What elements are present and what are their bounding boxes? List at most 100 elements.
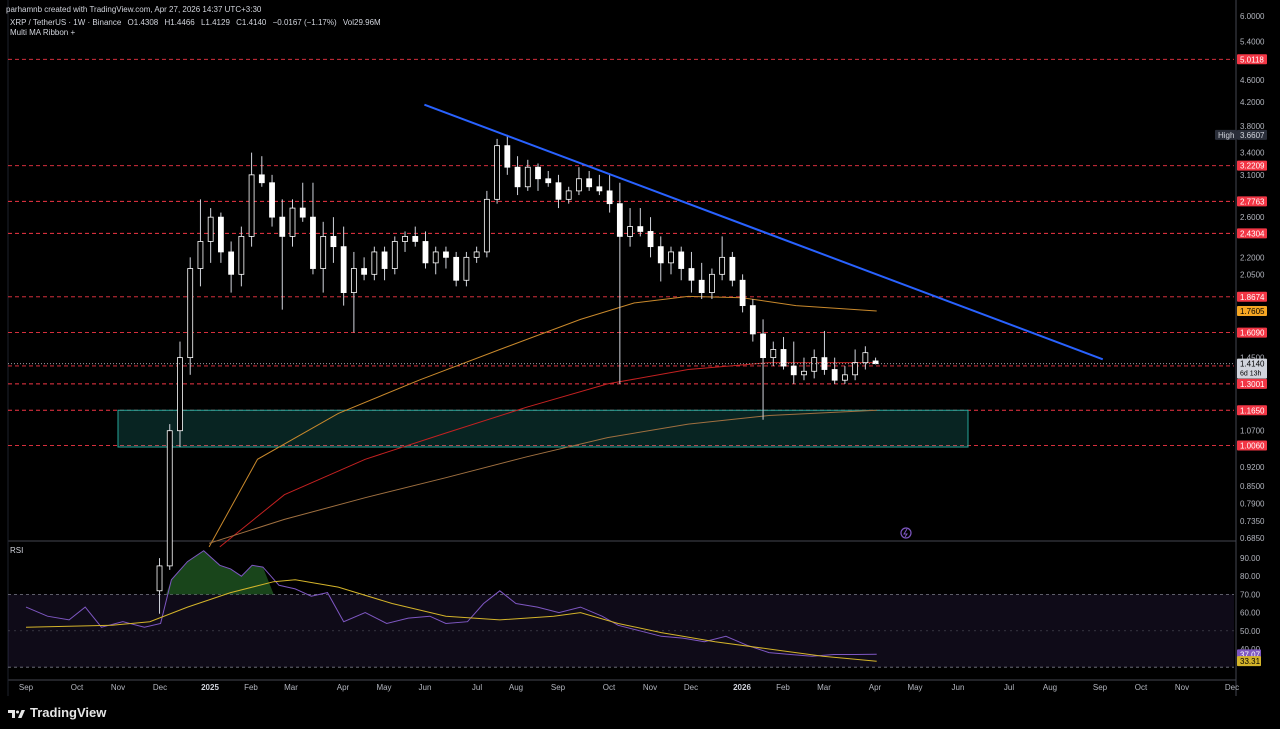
time-axis-label: 2026 xyxy=(733,683,751,692)
time-axis-label: Jul xyxy=(472,683,482,692)
candle[interactable] xyxy=(228,251,235,275)
candle[interactable] xyxy=(299,207,306,218)
candle[interactable] xyxy=(739,279,746,307)
candle[interactable] xyxy=(801,370,807,376)
high-value-label: 3.6607 xyxy=(1240,131,1265,140)
level-tag-label: 1.3001 xyxy=(1240,380,1265,389)
time-axis-label: Jul xyxy=(1004,683,1014,692)
candle[interactable] xyxy=(637,226,644,232)
footer xyxy=(0,697,1280,729)
candle[interactable] xyxy=(443,251,449,258)
candle[interactable] xyxy=(412,236,419,242)
candle[interactable] xyxy=(391,241,398,269)
candle[interactable] xyxy=(371,251,378,275)
candle[interactable] xyxy=(258,174,265,184)
candle[interactable] xyxy=(729,256,736,281)
candle[interactable] xyxy=(279,216,286,237)
candle[interactable] xyxy=(811,357,818,372)
ohlc-open: O1.4308 xyxy=(127,18,159,27)
candle[interactable] xyxy=(238,236,245,275)
candle[interactable] xyxy=(289,207,296,237)
candle[interactable] xyxy=(586,178,593,188)
rsi-title[interactable]: RSI xyxy=(10,546,23,555)
candle[interactable] xyxy=(330,236,337,248)
candle[interactable] xyxy=(616,203,623,237)
rsi-axis-label: 50.00 xyxy=(1240,627,1261,636)
indicator-name[interactable]: Multi MA Ribbon + xyxy=(10,28,75,37)
price-axis-label: 4.6000 xyxy=(1240,76,1265,85)
price-chart[interactable]: 6.0000 5.4000 4.6000 4.2000 3.8000 3.4000 3.10… xyxy=(0,0,1280,729)
candle[interactable] xyxy=(207,216,214,242)
candle[interactable] xyxy=(698,279,705,294)
candle[interactable] xyxy=(749,305,756,335)
candle[interactable] xyxy=(545,178,552,184)
time-axis-label: Nov xyxy=(643,683,657,692)
candle[interactable] xyxy=(770,349,777,359)
candle[interactable] xyxy=(719,256,726,275)
price-axis-label: 3.8000 xyxy=(1240,122,1265,131)
time-axis-label: Feb xyxy=(244,683,258,692)
candle[interactable] xyxy=(514,166,521,188)
price-axis-label: 0.9200 xyxy=(1240,463,1265,472)
candle[interactable] xyxy=(340,246,347,294)
candle[interactable] xyxy=(688,268,695,281)
candle[interactable] xyxy=(422,241,429,264)
price-axis-label: 2.0500 xyxy=(1240,270,1265,279)
candle[interactable] xyxy=(790,365,797,376)
candle[interactable] xyxy=(555,182,562,200)
candle[interactable] xyxy=(402,236,408,242)
candle[interactable] xyxy=(350,268,357,294)
candle[interactable] xyxy=(565,190,572,200)
candle[interactable] xyxy=(156,565,163,592)
time-axis-label: Oct xyxy=(71,683,84,692)
candle[interactable] xyxy=(494,145,500,200)
candle[interactable] xyxy=(862,352,869,364)
candle[interactable] xyxy=(197,241,204,269)
candle[interactable] xyxy=(852,362,859,376)
rsi-axis-label: 60.00 xyxy=(1240,609,1261,618)
candle[interactable] xyxy=(177,357,183,432)
candle[interactable] xyxy=(381,251,388,269)
candle[interactable] xyxy=(678,251,685,269)
candle[interactable] xyxy=(269,182,275,218)
candle[interactable] xyxy=(320,236,327,269)
candle[interactable] xyxy=(473,251,480,258)
candle[interactable] xyxy=(166,430,173,567)
candle[interactable] xyxy=(841,374,848,381)
candle[interactable] xyxy=(535,166,541,180)
candle[interactable] xyxy=(248,174,255,237)
candle[interactable] xyxy=(463,256,470,281)
time-axis-label: Mar xyxy=(284,683,298,692)
candle[interactable] xyxy=(760,333,766,359)
candle[interactable] xyxy=(709,273,715,294)
time-axis-label: Dec xyxy=(153,683,167,692)
level-tag-label: 1.8674 xyxy=(1240,293,1265,302)
symbol-header: XRP / TetherUS · 1W · Binance O1.4308 H1… xyxy=(10,18,385,38)
candle[interactable] xyxy=(627,226,633,237)
candle[interactable] xyxy=(596,186,603,192)
ohlc-low: L1.4129 xyxy=(200,18,230,27)
candle[interactable] xyxy=(504,145,511,168)
candle[interactable] xyxy=(872,360,879,365)
candle[interactable] xyxy=(432,251,439,264)
volume: Vol29.96M xyxy=(342,18,381,27)
candle[interactable] xyxy=(831,369,838,381)
candle[interactable] xyxy=(483,198,490,253)
candle[interactable] xyxy=(606,190,613,205)
candle[interactable] xyxy=(524,166,531,188)
candle[interactable] xyxy=(576,178,582,192)
symbol-name[interactable]: XRP / TetherUS · 1W · Binance xyxy=(10,18,121,27)
price-axis-label: 0.7900 xyxy=(1240,500,1265,509)
candle[interactable] xyxy=(310,216,316,269)
candle[interactable] xyxy=(187,268,194,359)
candle[interactable] xyxy=(657,246,664,264)
candle[interactable] xyxy=(361,268,368,275)
price-axis-label: 5.4000 xyxy=(1240,37,1265,46)
rsi-axis-label: 80.00 xyxy=(1240,572,1261,581)
candle[interactable] xyxy=(668,251,674,264)
current-price-label: 1.4140 xyxy=(1240,360,1265,369)
candle[interactable] xyxy=(647,231,654,248)
support-zone[interactable] xyxy=(117,409,969,448)
candle[interactable] xyxy=(453,256,460,281)
candle[interactable] xyxy=(217,216,224,253)
